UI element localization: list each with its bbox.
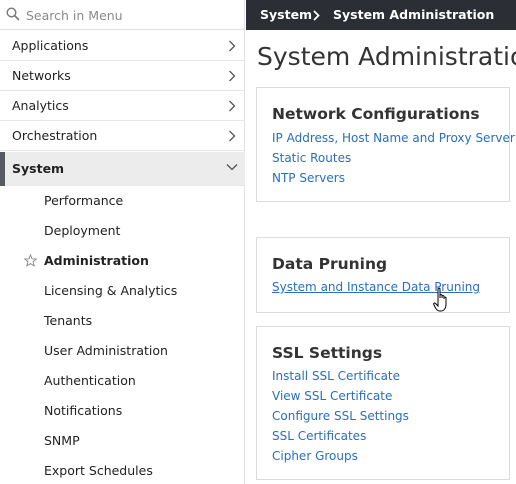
chevron-right-icon (229, 70, 236, 82)
sidebar-item-analytics[interactable]: Analytics (0, 91, 245, 121)
sidebar-item-label: Analytics (12, 98, 69, 113)
sidebar-item-label: Networks (12, 68, 71, 83)
breadcrumb-current: System Administration (333, 7, 495, 22)
sidebar-subitem-label: Performance (44, 193, 124, 208)
sidebar-subitem-label: SNMP (44, 433, 80, 448)
sidebar-subitem-export-schedules[interactable]: Export Schedules (0, 456, 245, 484)
sidebar-item-label: Orchestration (12, 128, 98, 143)
card-title: Network Configurations (272, 105, 480, 123)
sidebar-subitem-performance[interactable]: Performance (0, 186, 245, 216)
page-title: System Administration (257, 42, 516, 71)
chevron-right-icon (229, 40, 236, 52)
card-title: Data Pruning (272, 255, 388, 273)
ntp-servers-link[interactable]: NTP Servers (272, 171, 345, 185)
chevron-right-icon (229, 130, 236, 142)
sidebar-item-networks[interactable]: Networks (0, 61, 245, 91)
chevron-right-icon (313, 10, 320, 21)
sidebar-subitem-snmp[interactable]: SNMP (0, 426, 245, 456)
network-configurations-card: Network Configurations IP Address, Host … (256, 87, 515, 202)
sidebar-subitem-notifications[interactable]: Notifications (0, 396, 245, 426)
sidebar-item-applications[interactable]: Applications (0, 31, 245, 61)
search-icon (6, 7, 20, 21)
chevron-right-icon (229, 100, 236, 112)
cipher-groups-link[interactable]: Cipher Groups (272, 449, 358, 463)
sidebar-subitem-label: Export Schedules (44, 463, 153, 478)
sidebar-subitem-user-administration[interactable]: User Administration (0, 336, 245, 366)
sidebar-item-orchestration[interactable]: Orchestration (0, 121, 245, 151)
sidebar-item-label: Applications (12, 38, 89, 53)
sidebar-menu: Applications Networks Analytics Orchestr… (0, 0, 245, 484)
breadcrumb-system[interactable]: System (260, 7, 312, 22)
sidebar-item-label: System (12, 161, 65, 176)
static-routes-link[interactable]: Static Routes (272, 151, 351, 165)
sidebar-subitem-label: Deployment (44, 223, 121, 238)
sidebar-subitem-tenants[interactable]: Tenants (0, 306, 245, 336)
sidebar-subitem-label: Licensing & Analytics (44, 283, 178, 298)
star-icon[interactable] (24, 254, 37, 267)
install-ssl-certificate-link[interactable]: Install SSL Certificate (272, 369, 400, 383)
card-title: SSL Settings (272, 344, 383, 362)
sidebar-subitem-label: Notifications (44, 403, 123, 418)
ssl-certificates-link[interactable]: SSL Certificates (272, 429, 366, 443)
sidebar-item-system[interactable]: System (0, 152, 245, 186)
active-indicator (0, 152, 5, 186)
sidebar-subitem-licensing-analytics[interactable]: Licensing & Analytics (0, 276, 245, 306)
search-input[interactable] (26, 4, 236, 26)
ssl-settings-card: SSL Settings Install SSL Certificate Vie… (256, 326, 510, 480)
sidebar-subitem-label: User Administration (44, 343, 168, 358)
data-pruning-card: Data Pruning System and Instance Data Pr… (256, 237, 510, 313)
breadcrumb: System System Administration (246, 0, 516, 30)
view-ssl-certificate-link[interactable]: View SSL Certificate (272, 389, 392, 403)
chevron-down-icon (226, 164, 238, 171)
ip-address-host-proxy-link[interactable]: IP Address, Host Name and Proxy Server (272, 131, 515, 145)
sidebar-subitem-administration[interactable]: Administration (0, 246, 245, 276)
sidebar-subitem-label: Tenants (44, 313, 93, 328)
sidebar-subitem-deployment[interactable]: Deployment (0, 216, 245, 246)
hand-cursor-icon (433, 287, 447, 312)
configure-ssl-settings-link[interactable]: Configure SSL Settings (272, 409, 409, 423)
sidebar-subitem-label: Authentication (44, 373, 136, 388)
menu-search (0, 0, 245, 30)
sidebar-subitem-label: Administration (44, 253, 149, 268)
sidebar-subitem-authentication[interactable]: Authentication (0, 366, 245, 396)
